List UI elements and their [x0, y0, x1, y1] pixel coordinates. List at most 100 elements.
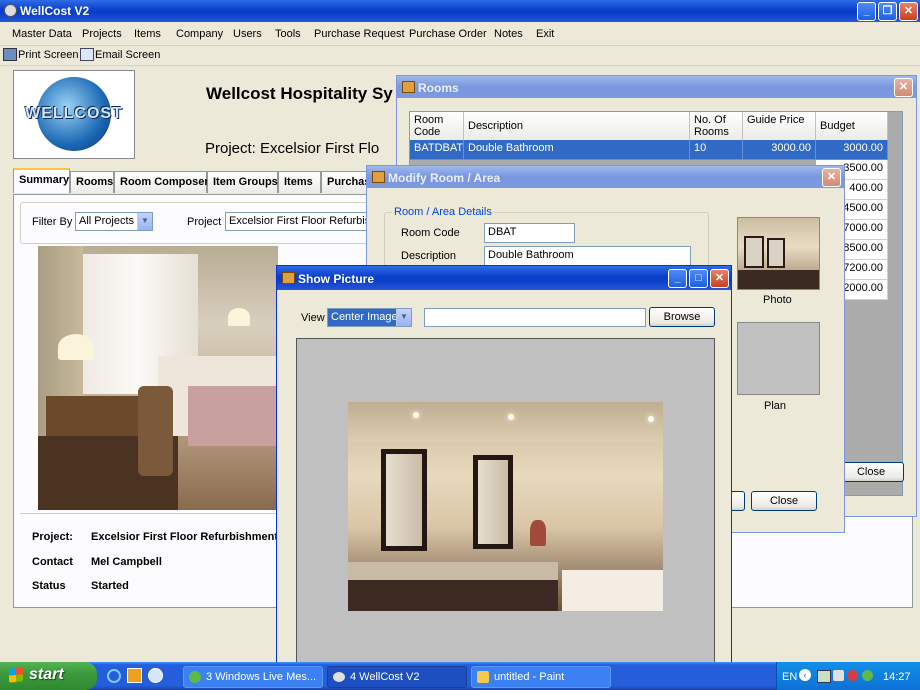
hotel-room-photo: [38, 246, 278, 510]
tab-rooms[interactable]: Rooms: [70, 171, 114, 193]
bathroom-photo: [348, 402, 663, 611]
restore-button[interactable]: ❐: [878, 2, 897, 21]
tab-item-groups[interactable]: Item Groups: [207, 171, 278, 193]
browse-button[interactable]: Browse: [649, 307, 715, 327]
info-contact-value: Mel Campbell: [91, 556, 162, 568]
close-button[interactable]: ✕: [899, 2, 918, 21]
project-filter-label: Project: [187, 216, 222, 228]
project-filter-input[interactable]: Excelsior First Floor Refurbishme: [225, 212, 385, 231]
rooms-grid-scrollbar[interactable]: [888, 112, 902, 495]
minimize-icon[interactable]: _: [668, 269, 687, 288]
desktop-icon[interactable]: [148, 668, 163, 683]
room-code-field[interactable]: DBAT: [484, 223, 575, 243]
menu-purchase-request[interactable]: Purchase Request: [314, 28, 405, 40]
photo-label: Photo: [763, 294, 792, 306]
menu-users[interactable]: Users: [233, 28, 262, 40]
menu-items[interactable]: Items: [134, 28, 161, 40]
language-indicator[interactable]: EN: [782, 671, 797, 683]
volume-icon[interactable]: [833, 670, 844, 681]
info-project-label: Project:: [32, 531, 73, 543]
table-row-selected[interactable]: BATDBAT Double Bathroom 10 3000.00 3000.…: [410, 140, 888, 160]
view-mode-select[interactable]: Center Image ▼: [327, 308, 412, 327]
modify-close-button[interactable]: Close: [751, 491, 817, 511]
tab-items[interactable]: Items: [278, 171, 321, 193]
menu-notes[interactable]: Notes: [494, 28, 523, 40]
cell-description: Double Bathroom: [464, 140, 690, 160]
cell-guide-price: 3000.00: [743, 140, 816, 160]
close-icon[interactable]: ✕: [710, 269, 729, 288]
filter-by-label: Filter By: [32, 216, 73, 228]
info-status-label: Status: [32, 580, 66, 592]
modify-close-icon[interactable]: ✕: [822, 168, 841, 187]
plan-thumbnail[interactable]: [737, 322, 820, 395]
rooms-window-title: Rooms: [418, 81, 459, 95]
print-screen-button[interactable]: Print Screen: [18, 49, 79, 61]
menu-projects[interactable]: Projects: [82, 28, 122, 40]
minimize-button[interactable]: _: [857, 2, 876, 21]
ie-icon[interactable]: [107, 669, 121, 683]
col-budget[interactable]: Budget: [816, 112, 888, 140]
picture-path-input[interactable]: [424, 308, 646, 327]
tab-room-composer[interactable]: Room Composer: [114, 171, 209, 193]
cell-room-code: BATDBAT: [410, 140, 464, 160]
outlook-icon[interactable]: [127, 668, 142, 683]
menu-exit[interactable]: Exit: [536, 28, 554, 40]
email-icon: [80, 48, 94, 61]
main-tab-strip: Summary Rooms Room Composer Item Groups …: [13, 168, 403, 194]
show-picture-title-bar: Show Picture _ □ ✕: [277, 266, 731, 290]
windows-logo-icon: [9, 667, 23, 683]
start-button[interactable]: start: [0, 662, 97, 690]
show-picture-window-icon: [282, 272, 295, 284]
messenger-tray-icon[interactable]: [862, 670, 873, 681]
tray-arrow-icon[interactable]: ‹: [799, 669, 811, 681]
taskbar-item-messenger[interactable]: 3 Windows Live Mes...: [183, 666, 323, 688]
picture-viewer: [296, 338, 715, 663]
rooms-close-icon[interactable]: ✕: [894, 78, 913, 97]
room-details-group-label: Room / Area Details: [392, 206, 494, 218]
paint-icon: [477, 671, 489, 683]
col-guide-price[interactable]: Guide Price: [743, 112, 816, 140]
rooms-grid-header: Room Code Description No. Of Rooms Guide…: [410, 112, 888, 140]
menu-purchase-order[interactable]: Purchase Order: [409, 28, 487, 40]
company-logo: WELLCOST: [13, 70, 135, 159]
view-label: View: [301, 312, 325, 324]
email-screen-button[interactable]: Email Screen: [95, 49, 160, 61]
menu-company[interactable]: Company: [176, 28, 223, 40]
col-room-code[interactable]: Room Code: [410, 112, 464, 140]
description-field[interactable]: Double Bathroom: [484, 246, 691, 266]
taskbar-item-paint[interactable]: untitled - Paint: [471, 666, 611, 688]
menu-bar: Master Data Projects Items Company Users…: [0, 22, 920, 46]
system-tray: EN ‹ 14:27: [776, 662, 920, 690]
photo-thumbnail[interactable]: [737, 217, 820, 290]
modify-title-bar: Modify Room / Area ✕: [367, 166, 844, 188]
room-code-label: Room Code: [401, 227, 460, 239]
info-contact-label: Contact: [32, 556, 73, 568]
info-project-value: Excelsior First Floor Refurbishment: [91, 531, 279, 543]
filter-by-select[interactable]: All Projects ▼: [75, 212, 153, 231]
network-icon[interactable]: [817, 670, 831, 683]
main-window-title: WellCost V2: [20, 4, 90, 18]
printer-icon: [3, 48, 17, 61]
description-label: Description: [401, 250, 457, 262]
logo-text: WELLCOST: [25, 105, 123, 122]
security-icon[interactable]: [847, 670, 858, 681]
menu-master-data[interactable]: Master Data: [12, 28, 72, 40]
rooms-title-bar: Rooms ✕: [397, 76, 916, 98]
menu-tools[interactable]: Tools: [275, 28, 301, 40]
chevron-down-icon: ▼: [396, 309, 411, 326]
project-heading: Project: Excelsior First Flo: [205, 140, 380, 157]
col-no-of-rooms[interactable]: No. Of Rooms: [690, 112, 743, 140]
cell-budget: 3000.00: [816, 140, 888, 160]
chevron-down-icon: ▼: [137, 213, 152, 230]
col-description[interactable]: Description: [464, 112, 690, 140]
main-title-bar: WellCost V2 _ ❐ ✕: [0, 0, 920, 22]
clock: 14:27: [883, 671, 911, 683]
show-picture-window: Show Picture _ □ ✕ View Center Image ▼ B…: [276, 265, 732, 665]
cell-no-of-rooms: 10: [690, 140, 743, 160]
taskbar-item-wellcost[interactable]: 4 WellCost V2: [327, 666, 467, 688]
taskbar: start 3 Windows Live Mes... 4 WellCost V…: [0, 662, 920, 690]
tab-summary[interactable]: Summary: [13, 168, 70, 193]
wellcost-icon: [333, 672, 345, 682]
maximize-icon[interactable]: □: [689, 269, 708, 288]
rooms-close-button[interactable]: Close: [838, 462, 904, 482]
